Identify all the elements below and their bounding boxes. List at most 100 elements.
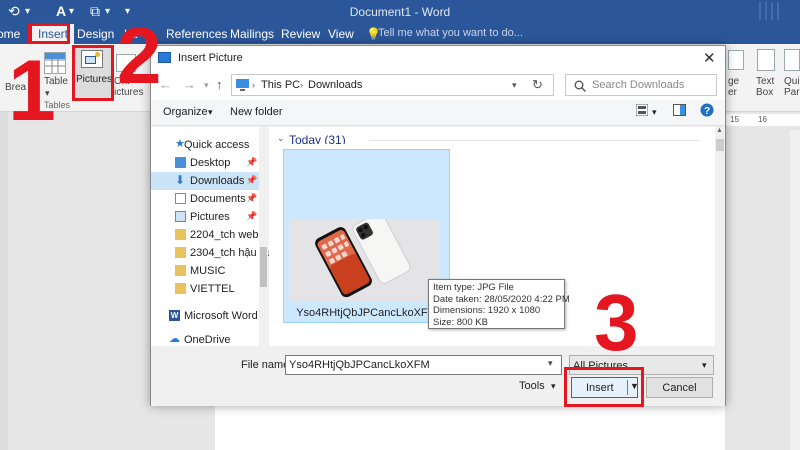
nav-item-downloads[interactable]: ⬇ Downloads 📌 [151, 172, 268, 190]
tab-references[interactable]: References [166, 27, 227, 41]
quick-parts-label-1[interactable]: Qui [784, 76, 800, 87]
documents-icon [175, 193, 186, 204]
step-number-1: 1 [8, 43, 56, 139]
desktop-icon [175, 157, 186, 168]
close-icon[interactable]: ✕ [703, 49, 716, 67]
chevron-down-icon[interactable]: ▾ [208, 107, 213, 118]
preview-pane-icon[interactable] [673, 104, 686, 119]
address-segment-downloads[interactable]: Downloads [308, 79, 362, 91]
ruler-mark: 16 [758, 115, 767, 124]
download-icon: ⬇ [175, 173, 186, 187]
chevron-down-icon[interactable]: ▾ [551, 381, 556, 392]
search-icon [574, 80, 586, 92]
chevron-down-icon[interactable]: ▾ [204, 80, 209, 91]
forward-arrow-icon[interactable]: → [183, 77, 196, 92]
nav-label: MUSIC [190, 265, 226, 277]
chevron-right-icon[interactable]: › [300, 80, 303, 90]
tab-review[interactable]: Review [281, 27, 320, 41]
nav-item-music[interactable]: MUSIC [151, 262, 268, 280]
tab-mailings[interactable]: Mailings [230, 27, 274, 41]
file-name-field[interactable]: ▾ [285, 355, 562, 375]
nav-item-desktop[interactable]: Desktop 📌 [151, 154, 268, 172]
cancel-button[interactable]: Cancel [646, 377, 713, 398]
nav-label: VIETTEL [190, 283, 235, 295]
tab-home[interactable]: ome [0, 27, 20, 41]
address-row: ← → ▾ ↑ › This PC › Downloads ▾ ↻ [151, 70, 725, 100]
page-break-icon[interactable] [728, 50, 744, 70]
pictures-icon [175, 211, 186, 222]
pin-icon: 📌 [246, 193, 258, 203]
tab-view[interactable]: View [328, 27, 354, 41]
svg-text:?: ? [704, 106, 710, 117]
nav-label: 2204_tch web [190, 229, 259, 241]
nav-item-pictures[interactable]: Pictures 📌 [151, 208, 268, 226]
file-name-caption: Yso4RHtjQbJPCancLkoXFM [296, 307, 437, 319]
help-icon[interactable]: ? [700, 103, 714, 120]
highlight-insert-tab [28, 23, 70, 44]
nav-label: Desktop [190, 157, 231, 169]
chevron-down-icon[interactable]: ▾ [652, 107, 657, 118]
pin-icon: 📌 [246, 175, 258, 185]
nav-label: OneDrive [184, 334, 231, 346]
folder-icon [175, 247, 186, 258]
tools-menu[interactable]: Tools [519, 380, 545, 392]
text-box-icon[interactable] [757, 49, 775, 71]
nav-label: Quick access [184, 139, 250, 151]
text-box-label-2[interactable]: Box [756, 87, 773, 98]
chevron-down-icon[interactable]: ▾ [702, 360, 707, 371]
text-box-label-1[interactable]: Text [756, 76, 774, 87]
scroll-thumb[interactable] [716, 139, 724, 151]
chevron-down-icon[interactable]: ▾ [512, 80, 517, 91]
new-folder-button[interactable]: New folder [230, 106, 283, 118]
nav-item-documents[interactable]: Documents 📌 [151, 190, 268, 208]
file-list-scrollbar[interactable]: ▲ [715, 127, 725, 346]
folder-icon [175, 265, 186, 276]
nav-item-folder[interactable]: 2304_tch hậu trư [151, 244, 274, 262]
view-options-icon[interactable] [635, 103, 649, 119]
tooltip-date-taken: Date taken: 28/05/2020 4:22 PM [433, 293, 570, 305]
nav-item-microsoft-word[interactable]: W Microsoft Word [151, 307, 268, 325]
word-scrollbar[interactable] [790, 130, 800, 450]
folder-icon [175, 283, 186, 294]
ruler-mark: 15 [730, 115, 739, 124]
address-bar[interactable]: › This PC › Downloads ▾ ↻ [231, 74, 554, 96]
page-break-label-1[interactable]: ge [728, 76, 739, 87]
address-segment-this-pc[interactable]: This PC [261, 79, 300, 91]
scroll-up-icon[interactable]: ▲ [716, 127, 723, 134]
highlight-insert-button [564, 367, 644, 407]
scroll-thumb[interactable] [260, 247, 267, 287]
highlight-pictures-button [72, 45, 114, 101]
nav-label: Pictures [190, 211, 230, 223]
nav-item-viettel[interactable]: VIETTEL [151, 280, 268, 298]
chevron-down-icon[interactable]: ▾ [548, 358, 553, 369]
quick-parts-label-2[interactable]: Par [784, 87, 800, 98]
cloud-icon: ☁ [169, 333, 180, 345]
search-box[interactable] [565, 74, 717, 96]
dialog-title: Insert Picture [178, 52, 243, 64]
search-input[interactable] [592, 79, 712, 91]
navigation-pane: ★ Quick access Desktop 📌 ⬇ Downloads 📌 D… [151, 127, 274, 346]
tell-me-box[interactable]: Tell me what you want to do... [378, 27, 523, 39]
step-number-2: 2 [117, 11, 162, 100]
dialog-title-bar: Insert Picture ✕ [151, 46, 725, 70]
nav-label: Documents [190, 193, 246, 205]
quick-parts-icon[interactable] [784, 49, 800, 71]
tooltip-item-type: Item type: JPG File [433, 282, 514, 293]
chevron-down-icon[interactable]: ⌄ [277, 133, 285, 144]
chevron-right-icon[interactable]: › [252, 80, 255, 90]
pin-icon: 📌 [246, 211, 258, 221]
nav-item-quick-access[interactable]: ★ Quick access [151, 136, 268, 154]
tab-design[interactable]: Design [77, 27, 114, 41]
nav-label: Microsoft Word [184, 310, 258, 322]
up-arrow-icon[interactable]: ↑ [216, 77, 223, 92]
file-name-input[interactable] [289, 359, 544, 371]
tooltip-size: Size: 800 KB [433, 316, 488, 328]
refresh-icon[interactable]: ↻ [532, 77, 543, 93]
nav-label: Downloads [190, 175, 245, 187]
organize-button[interactable]: Organize [163, 106, 208, 118]
page-break-label-2[interactable]: er [728, 87, 737, 98]
tooltip-dimensions: Dimensions: 1920 x 1080 [433, 305, 541, 316]
nav-scrollbar[interactable] [259, 127, 268, 346]
nav-item-folder[interactable]: 2204_tch web [151, 226, 268, 244]
left-ruler [0, 112, 8, 450]
